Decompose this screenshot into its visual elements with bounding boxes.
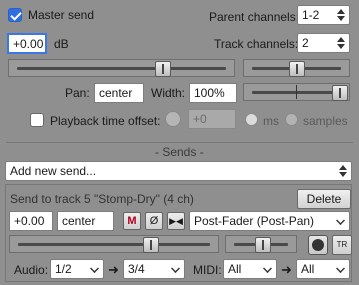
send-mode-value: Post-Fader (Post-Pan) xyxy=(194,214,315,228)
track-channels-value: 2 xyxy=(302,36,309,50)
sends-separator xyxy=(6,142,353,143)
audio-source-value: 1/2 xyxy=(55,262,72,276)
sends-section-title: - Sends - xyxy=(155,145,204,159)
midi-dest-value: All xyxy=(301,262,315,276)
send-volume-slider[interactable] xyxy=(9,235,219,253)
audio-source-dropdown[interactable]: 1/2 xyxy=(50,259,104,279)
unit-samples-radio[interactable] xyxy=(285,113,298,126)
chevron-down-icon xyxy=(336,216,345,225)
chevron-down-icon xyxy=(263,264,272,273)
midi-arrow-icon: ➜ xyxy=(281,262,292,277)
volume-unit-label: dB xyxy=(54,37,69,51)
send-pan-thumb[interactable] xyxy=(255,237,271,253)
volume-slider-thumb[interactable] xyxy=(155,61,171,77)
send-envelope-button[interactable]: TR xyxy=(332,235,352,255)
select-arrows-icon xyxy=(336,36,346,50)
parent-channels-value: 1-2 xyxy=(302,8,320,22)
audio-dest-value: 3/4 xyxy=(128,262,145,276)
master-send-checkbox[interactable] xyxy=(8,8,22,22)
pan-label: Pan: xyxy=(65,86,90,100)
track-channels-select[interactable]: 2 xyxy=(297,33,350,53)
mute-button[interactable]: M xyxy=(123,212,141,230)
pan-field[interactable]: center xyxy=(94,83,144,103)
midi-source-value: All xyxy=(228,262,242,276)
select-arrows-icon xyxy=(336,8,346,22)
track-channels-label: Track channels: xyxy=(214,37,299,51)
send-pan-field[interactable]: center xyxy=(57,211,114,231)
add-new-send-label: Add new send... xyxy=(10,164,97,178)
midi-source-dropdown[interactable]: All xyxy=(223,259,277,279)
width-center-mark xyxy=(296,85,297,99)
parent-channels-label: Parent channels: xyxy=(209,10,300,24)
width-slider[interactable] xyxy=(243,83,350,101)
offset-knob[interactable] xyxy=(165,111,181,127)
width-label: Width: xyxy=(151,86,186,100)
chevron-down-icon xyxy=(336,264,345,273)
master-volume-slider[interactable] xyxy=(8,59,235,77)
send-pan-slider[interactable] xyxy=(225,235,297,253)
midi-label: MIDI: xyxy=(193,263,222,277)
width-field[interactable]: 100% xyxy=(189,83,237,103)
send-volume-thumb[interactable] xyxy=(143,237,159,253)
phase-invert-button[interactable]: Ø xyxy=(145,212,163,230)
unit-samples-label: samples xyxy=(303,114,348,128)
audio-label: Audio: xyxy=(14,263,49,277)
parent-channels-select[interactable]: 1-2 xyxy=(297,5,350,25)
midi-dest-dropdown[interactable]: All xyxy=(296,259,350,279)
add-new-send-select[interactable]: Add new send... xyxy=(5,161,352,181)
unit-ms-label: ms xyxy=(263,114,279,128)
master-pan-slider[interactable] xyxy=(243,59,350,77)
fx-icon xyxy=(312,239,324,251)
width-slider-thumb[interactable] xyxy=(332,85,348,101)
playback-offset-label: Playback time offset: xyxy=(50,114,161,128)
pan-slider-thumb[interactable] xyxy=(289,61,305,77)
offset-field[interactable]: +0 xyxy=(188,109,236,129)
audio-dest-dropdown[interactable]: 3/4 xyxy=(123,259,185,279)
master-send-label: Master send xyxy=(28,8,95,22)
master-volume-field[interactable]: +0.00 xyxy=(7,33,47,54)
send-fx-button[interactable] xyxy=(308,235,328,255)
unit-ms-radio[interactable] xyxy=(245,113,258,126)
delete-send-button[interactable]: Delete xyxy=(297,189,351,209)
send-mode-dropdown[interactable]: Post-Fader (Post-Pan) xyxy=(189,211,350,231)
chevron-down-icon xyxy=(171,264,180,273)
send-volume-field[interactable]: +0.00 xyxy=(9,211,53,231)
chevron-down-icon xyxy=(90,264,99,273)
send-title: Send to track 5 "Stomp-Dry" (4 ch) xyxy=(10,192,194,206)
select-arrows-icon xyxy=(338,164,348,178)
audio-arrow-icon: ➜ xyxy=(108,262,119,277)
playback-offset-checkbox[interactable] xyxy=(30,113,44,127)
mono-stereo-button[interactable]: ▶◀ xyxy=(167,212,185,230)
